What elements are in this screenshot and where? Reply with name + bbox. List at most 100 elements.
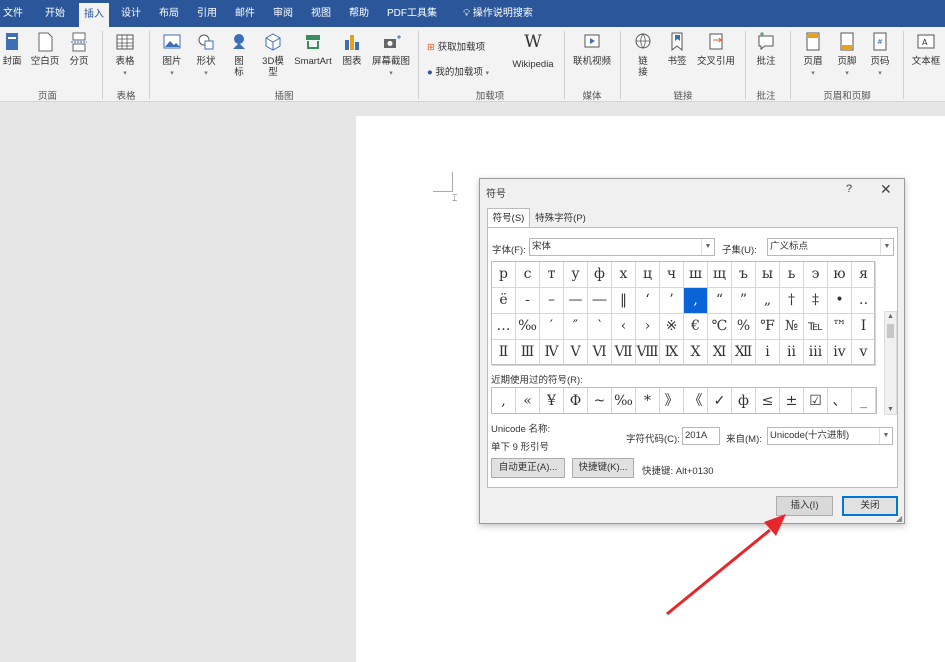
symbol-cell[interactable]: — — [564, 288, 588, 314]
symbol-cell[interactable]: с — [516, 262, 540, 288]
symbol-cell[interactable]: ь — [780, 262, 804, 288]
from-select[interactable]: Unicode(十六进制) ▼ — [767, 427, 893, 445]
recent-symbol-cell[interactable]: 《 — [684, 388, 708, 413]
symbol-cell[interactable]: ъ — [732, 262, 756, 288]
recent-symbol-cell[interactable]: _ — [852, 388, 876, 413]
symbol-cell[interactable]: я — [852, 262, 876, 288]
symbol-cell[interactable]: ― — [588, 288, 612, 314]
symbol-cell[interactable]: ‡ — [804, 288, 828, 314]
new-comment-button[interactable]: 批注 — [752, 31, 780, 68]
pictures-button[interactable]: 图片 ▾ — [158, 31, 186, 80]
symbol-cell[interactable]: ℡ — [804, 314, 828, 340]
recent-symbol-cell[interactable]: ф — [732, 388, 756, 413]
char-code-input[interactable]: 201A — [682, 427, 720, 445]
symbol-cell[interactable]: э — [804, 262, 828, 288]
symbol-cell[interactable]: ″ — [564, 314, 588, 340]
recent-symbol-cell[interactable]: ~ — [588, 388, 612, 413]
symbol-cell[interactable]: ‘ — [636, 288, 660, 314]
font-select[interactable]: 宋体 ▼ — [529, 238, 715, 256]
symbol-cell[interactable]: Ⅻ — [732, 340, 756, 366]
recent-symbol-cell[interactable]: 、 — [828, 388, 852, 413]
tab-design[interactable]: 设计 — [116, 0, 146, 27]
tab-mailings[interactable]: 邮件 — [230, 0, 260, 27]
symbol-cell-selected[interactable]: ‚ — [684, 288, 708, 314]
recent-symbol-cell[interactable]: * — [636, 388, 660, 413]
symbol-cell[interactable]: Ⅴ — [564, 340, 588, 366]
recent-symbol-cell[interactable]: ≤ — [756, 388, 780, 413]
table-button[interactable]: 表格 ▾ — [110, 31, 140, 80]
symbol-cell[interactable]: – — [540, 288, 564, 314]
symbol-cell[interactable]: ш — [684, 262, 708, 288]
recent-symbol-cell[interactable]: ± — [780, 388, 804, 413]
symbol-cell[interactable]: т — [540, 262, 564, 288]
symbol-cell[interactable]: ‥ — [852, 288, 876, 314]
symbol-cell[interactable]: у — [564, 262, 588, 288]
subset-select[interactable]: 广义标点 ▼ — [767, 238, 894, 256]
symbol-cell[interactable]: € — [684, 314, 708, 340]
tab-symbols[interactable]: 符号(S) — [487, 208, 530, 228]
recent-symbol-cell[interactable]: ‰ — [612, 388, 636, 413]
symbol-cell[interactable]: Ⅷ — [636, 340, 660, 366]
symbol-grid-scrollbar[interactable]: ▲ ▼ — [884, 311, 897, 415]
my-addins-button[interactable]: ● 我的加载项 ▾ — [427, 64, 489, 78]
symbol-cell[interactable]: % — [732, 314, 756, 340]
tab-references[interactable]: 引用 — [192, 0, 222, 27]
chart-button[interactable]: 图表 — [339, 31, 365, 68]
scroll-up-icon[interactable]: ▲ — [885, 313, 896, 320]
recent-symbol-cell[interactable]: « — [516, 388, 540, 413]
symbol-cell[interactable]: р — [492, 262, 516, 288]
blank-page-button[interactable]: 空白页 — [28, 31, 62, 68]
tab-pdf-tools[interactable]: PDF工具集 — [384, 0, 440, 27]
symbol-cell[interactable]: ё — [492, 288, 516, 314]
symbol-cell[interactable]: № — [780, 314, 804, 340]
tab-home[interactable]: 开始 — [40, 0, 70, 27]
footer-button[interactable]: 页脚 ▾ — [834, 31, 860, 80]
wikipedia-button[interactable]: W Wikipedia — [508, 31, 558, 71]
symbol-cell[interactable]: ” — [732, 288, 756, 314]
symbol-cell[interactable]: ч — [660, 262, 684, 288]
help-icon[interactable]: ? — [846, 183, 852, 195]
cover-page-button[interactable]: 封面 — [0, 31, 24, 68]
symbol-cell[interactable]: ’ — [660, 288, 684, 314]
bookmark-button[interactable]: 书签 — [664, 31, 690, 68]
tab-layout[interactable]: 布局 — [154, 0, 184, 27]
symbol-cell[interactable]: … — [492, 314, 516, 340]
tab-special-characters[interactable]: 特殊字符(P) — [531, 209, 590, 228]
recent-symbol-cell[interactable]: 》 — [660, 388, 684, 413]
shortcut-key-button[interactable]: 快捷键(K)... — [572, 458, 634, 478]
text-box-button[interactable]: A 文本框 — [909, 31, 943, 68]
symbol-cell[interactable]: Ⅳ — [540, 340, 564, 366]
header-button[interactable]: 页眉 ▾ — [800, 31, 826, 80]
symbol-cell[interactable]: ⅲ — [804, 340, 828, 366]
tab-view[interactable]: 视图 — [306, 0, 336, 27]
tab-review[interactable]: 审阅 — [268, 0, 298, 27]
symbol-cell[interactable]: ы — [756, 262, 780, 288]
tab-insert[interactable]: 插入 — [79, 3, 109, 27]
autocorrect-button[interactable]: 自动更正(A)... — [491, 458, 565, 478]
online-video-button[interactable]: 联机视频 — [570, 31, 614, 68]
insert-button[interactable]: 插入(I) — [776, 496, 833, 516]
get-addins-button[interactable]: ⊞ 获取加载项 — [427, 39, 485, 53]
recent-symbol-cell[interactable]: , — [492, 388, 516, 413]
close-icon[interactable]: ✕ — [880, 181, 892, 198]
symbol-cell[interactable]: ⅱ — [780, 340, 804, 366]
symbol-cell[interactable]: ф — [588, 262, 612, 288]
tab-file[interactable]: 文件 — [0, 0, 26, 27]
symbol-cell[interactable]: ‵ — [588, 314, 612, 340]
scroll-down-icon[interactable]: ▼ — [885, 406, 896, 413]
symbol-cell[interactable]: Ⅶ — [612, 340, 636, 366]
recent-symbol-cell[interactable]: Φ — [564, 388, 588, 413]
cross-reference-button[interactable]: 交叉引用 — [694, 31, 738, 68]
symbol-cell[interactable]: ′ — [540, 314, 564, 340]
tab-help[interactable]: 帮助 — [344, 0, 374, 27]
page-number-button[interactable]: # 页码 ▾ — [866, 31, 894, 80]
symbol-cell[interactable]: ‹ — [612, 314, 636, 340]
resize-grip-icon[interactable]: ◢ — [896, 514, 902, 523]
symbol-cell[interactable]: † — [780, 288, 804, 314]
icons-button[interactable]: 图标 — [227, 31, 251, 78]
symbol-cell[interactable]: ц — [636, 262, 660, 288]
symbol-cell[interactable]: ℉ — [756, 314, 780, 340]
symbol-cell[interactable]: х — [612, 262, 636, 288]
symbol-cell[interactable]: Ⅹ — [684, 340, 708, 366]
symbol-cell[interactable]: щ — [708, 262, 732, 288]
